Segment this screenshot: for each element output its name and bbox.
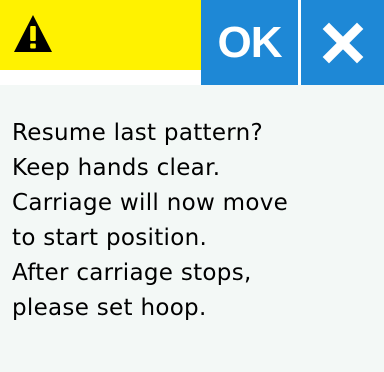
- message-text: Resume last pattern? Keep hands clear. C…: [12, 116, 376, 326]
- message-line: After carriage stops,: [12, 260, 252, 286]
- ok-button-label: OK: [217, 17, 283, 67]
- warning-banner: [0, 0, 201, 70]
- message-line: Carriage will now move: [12, 190, 289, 216]
- dialog-header: OK: [0, 0, 384, 85]
- ok-button[interactable]: OK: [201, 0, 298, 85]
- close-icon: [322, 22, 363, 63]
- message-line: to start position.: [12, 225, 208, 251]
- message-line: please set hoop.: [12, 295, 207, 321]
- warning-icon: [14, 15, 52, 52]
- message-line: Keep hands clear.: [12, 155, 221, 181]
- close-button[interactable]: [301, 0, 384, 85]
- message-line: Resume last pattern?: [12, 120, 264, 146]
- resume-pattern-dialog: OK Resume last pattern? Keep hands clear…: [0, 0, 384, 372]
